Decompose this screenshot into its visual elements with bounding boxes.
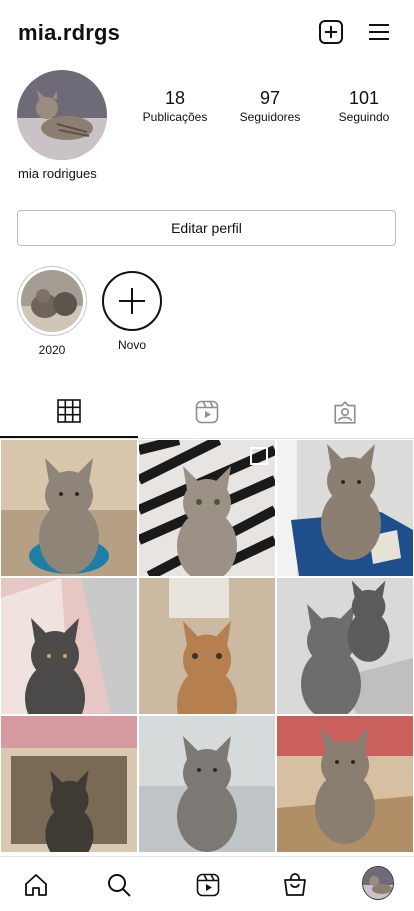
tab-reels[interactable] <box>138 386 276 438</box>
avatar[interactable] <box>17 70 107 160</box>
post-thumbnail[interactable] <box>277 716 413 852</box>
menu-icon[interactable] <box>366 19 392 45</box>
highlight-label: Novo <box>117 338 146 352</box>
post-thumbnail[interactable] <box>1 578 137 714</box>
plus-icon <box>102 271 162 331</box>
avatar <box>362 866 394 900</box>
stat-followers-label: Seguidores <box>239 110 301 124</box>
tab-tagged[interactable] <box>276 386 414 438</box>
highlight-2020[interactable]: 2020 <box>17 266 87 357</box>
profile-tabs <box>0 386 414 438</box>
reels-icon <box>195 400 219 424</box>
profile-header: mia.rdrgs <box>0 0 414 66</box>
profile-full-name: mia rodrigues <box>18 166 97 181</box>
post-thumbnail[interactable] <box>277 578 413 714</box>
shop-icon[interactable] <box>279 869 311 901</box>
stat-followers[interactable]: 97 Seguidores <box>233 88 307 124</box>
post-thumbnail[interactable] <box>1 716 137 852</box>
home-icon[interactable] <box>20 869 52 901</box>
stat-posts-label: Publicações <box>142 110 208 124</box>
tab-grid[interactable] <box>0 386 138 438</box>
tagged-icon <box>334 401 356 424</box>
stat-following-label: Seguindo <box>338 110 390 124</box>
highlight-new[interactable]: Novo <box>97 266 167 352</box>
highlight-label: 2020 <box>38 343 66 357</box>
edit-profile-button[interactable]: Editar perfil <box>17 210 396 246</box>
reels-icon[interactable] <box>192 869 224 901</box>
stat-posts[interactable]: 18 Publicações <box>138 88 212 124</box>
bottom-navigation <box>0 856 414 911</box>
stat-posts-value: 18 <box>164 88 186 108</box>
post-thumbnail[interactable] <box>139 440 275 576</box>
new-post-icon[interactable] <box>318 19 344 45</box>
search-icon[interactable] <box>103 869 135 901</box>
profile-username[interactable]: mia.rdrgs <box>18 20 120 46</box>
tabs-divider <box>0 438 414 439</box>
profile-avatar[interactable] <box>362 866 394 900</box>
grid-icon <box>57 399 81 423</box>
stat-following-value: 101 <box>348 88 380 108</box>
stat-following[interactable]: 101 Seguindo <box>330 88 398 124</box>
highlight-cover <box>17 266 87 336</box>
stat-followers-value: 97 <box>259 88 281 108</box>
post-thumbnail[interactable] <box>139 578 275 714</box>
post-thumbnail[interactable] <box>277 440 413 576</box>
post-thumbnail[interactable] <box>1 440 137 576</box>
post-thumbnail[interactable] <box>139 716 275 852</box>
